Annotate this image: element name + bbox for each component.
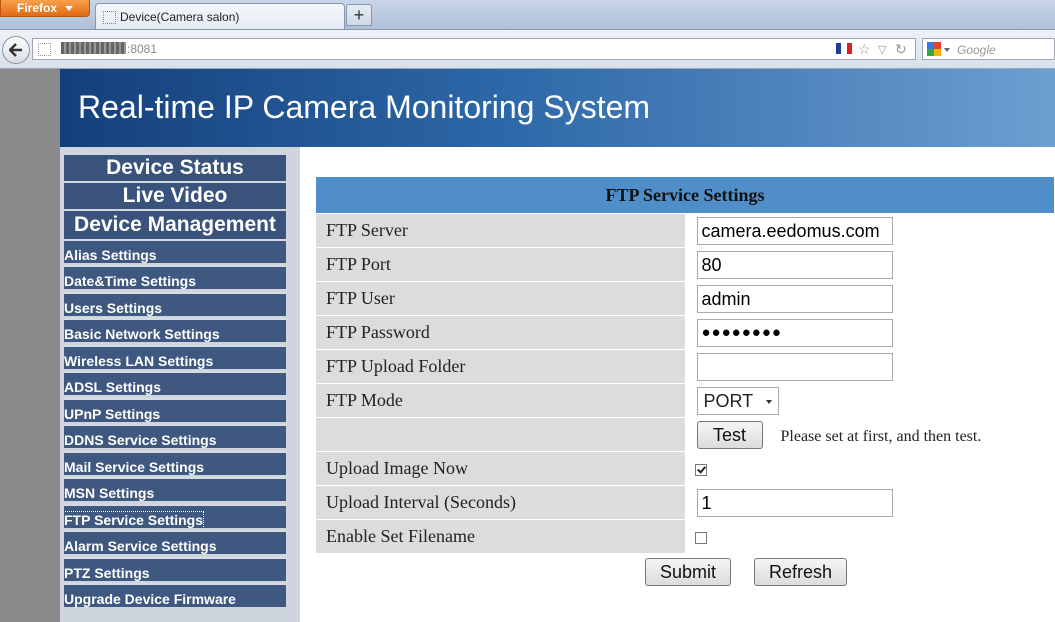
ftp-user-row: FTP User admin xyxy=(315,281,1055,316)
search-engine-dropdown-icon[interactable] xyxy=(944,48,950,52)
browser-navigation-bar: :8081 ☆ ▽ ↻ Google xyxy=(0,30,1055,69)
sidebar-item-adsl-settings[interactable]: ADSL Settings xyxy=(64,371,286,395)
sidebar-item-label: Mail Service Settings xyxy=(64,459,205,475)
ftp-upload-folder-row: FTP Upload Folder xyxy=(315,349,1055,384)
search-bar[interactable]: Google xyxy=(922,38,1055,60)
web-page: Real-time IP Camera Monitoring System De… xyxy=(60,69,1055,622)
ftp-mode-row: FTP Mode PORT xyxy=(315,383,1055,418)
submit-button[interactable]: Submit xyxy=(645,558,731,586)
nav-live-video[interactable]: Live Video xyxy=(64,183,286,211)
sidebar-navigation: Device Status Live Video Device Manageme… xyxy=(60,147,300,622)
ftp-password-label: FTP Password xyxy=(315,315,686,350)
nav-device-management[interactable]: Device Management xyxy=(64,211,286,241)
url-port: :8081 xyxy=(127,42,158,56)
ftp-port-label: FTP Port xyxy=(315,247,686,282)
reload-icon[interactable]: ↻ xyxy=(895,41,907,58)
sidebar-item-label: DDNS Service Settings xyxy=(64,432,217,448)
sidebar-separator xyxy=(300,147,315,622)
ftp-test-row: Test Please set at first, and then test. xyxy=(315,417,1055,452)
enable-set-filename-checkbox[interactable] xyxy=(694,531,707,544)
sidebar-item-label: Upgrade Device Firmware xyxy=(64,591,236,607)
back-button[interactable] xyxy=(2,36,30,64)
google-search-engine-icon[interactable] xyxy=(927,42,941,56)
refresh-button[interactable]: Refresh xyxy=(754,558,847,586)
sidebar-item-date-time-settings[interactable]: Date&Time Settings xyxy=(64,265,286,289)
sidebar-item-wireless-lan-settings[interactable]: Wireless LAN Settings xyxy=(64,345,286,369)
sidebar-item-alarm-service-settings[interactable]: Alarm Service Settings xyxy=(64,530,286,554)
bookmark-star-icon[interactable]: ☆ xyxy=(858,41,871,58)
ftp-mode-select[interactable]: PORT xyxy=(696,386,779,415)
upload-interval-input[interactable]: 1 xyxy=(696,488,893,517)
ftp-mode-label: FTP Mode xyxy=(315,383,686,418)
firefox-menu-label: Firefox xyxy=(17,1,58,15)
sidebar-item-label: Alarm Service Settings xyxy=(64,538,217,554)
upload-image-now-row: Upload Image Now xyxy=(315,451,1055,486)
sidebar-item-label: Date&Time Settings xyxy=(64,273,196,289)
ftp-upload-folder-input[interactable] xyxy=(696,352,893,381)
sidebar-item-label: PTZ Settings xyxy=(64,565,150,581)
tab-title: Device(Camera salon) xyxy=(120,10,240,24)
sidebar-item-label: Basic Network Settings xyxy=(64,326,220,342)
page-favicon-icon xyxy=(103,11,116,24)
sidebar-item-label: ADSL Settings xyxy=(64,379,161,395)
sidebar-item-ftp-service-settings[interactable]: FTP Service Settings xyxy=(64,504,286,528)
ftp-password-row: FTP Password ●●●●●●●● xyxy=(315,315,1055,350)
sidebar-item-alias-settings[interactable]: Alias Settings xyxy=(64,239,286,263)
form-title: FTP Service Settings xyxy=(315,176,1055,214)
ftp-settings-panel: FTP Service Settings FTP Server camera.e… xyxy=(315,176,1055,590)
url-host-redacted xyxy=(61,42,126,54)
sidebar-item-mail-service-settings[interactable]: Mail Service Settings xyxy=(64,451,286,475)
sidebar-item-label: MSN Settings xyxy=(64,485,155,501)
sidebar-item-label: Alias Settings xyxy=(64,247,157,263)
sidebar-item-ptz-settings[interactable]: PTZ Settings xyxy=(64,557,286,581)
chevron-down-icon xyxy=(765,399,772,404)
sidebar-item-upnp-settings[interactable]: UPnP Settings xyxy=(64,398,286,422)
upload-interval-row: Upload Interval (Seconds) 1 xyxy=(315,485,1055,520)
ftp-server-input[interactable]: camera.eedomus.com xyxy=(696,216,893,245)
nav-device-status[interactable]: Device Status xyxy=(64,155,286,183)
sidebar-item-msn-settings[interactable]: MSN Settings xyxy=(64,477,286,501)
ftp-server-row: FTP Server camera.eedomus.com xyxy=(315,213,1055,248)
sidebar-item-label: UPnP Settings xyxy=(64,406,161,422)
enable-set-filename-row: Enable Set Filename xyxy=(315,519,1055,554)
sidebar-item-label: Users Settings xyxy=(64,300,163,316)
upload-image-now-checkbox[interactable] xyxy=(694,463,707,476)
browser-tab-strip: Firefox Device(Camera salon) + xyxy=(0,0,1055,30)
sidebar-item-basic-network-settings[interactable]: Basic Network Settings xyxy=(64,318,286,342)
firefox-menu-button[interactable]: Firefox xyxy=(0,0,90,17)
enable-set-filename-label: Enable Set Filename xyxy=(315,519,686,554)
address-bar[interactable]: :8081 ☆ ▽ ↻ xyxy=(32,38,916,60)
empty-label-cell xyxy=(315,417,686,452)
sidebar-item-ddns-service-settings[interactable]: DDNS Service Settings xyxy=(64,424,286,448)
sidebar-item-upgrade-device-firmware[interactable]: Upgrade Device Firmware xyxy=(64,583,286,607)
banner-title: Real-time IP Camera Monitoring System xyxy=(78,89,651,125)
search-placeholder: Google xyxy=(957,43,996,57)
form-actions: Submit Refresh xyxy=(315,554,1055,590)
ftp-password-input[interactable]: ●●●●●●●● xyxy=(696,318,893,347)
dropdown-arrow-icon xyxy=(65,6,73,11)
ftp-user-label: FTP User xyxy=(315,281,686,316)
ftp-settings-form: FTP Service Settings FTP Server camera.e… xyxy=(315,176,1055,554)
test-hint: Please set at first, and then test. xyxy=(780,427,982,445)
test-button[interactable]: Test xyxy=(696,420,763,449)
ftp-mode-value: PORT xyxy=(703,390,754,411)
sidebar-item-users-settings[interactable]: Users Settings xyxy=(64,292,286,316)
browser-tab[interactable]: Device(Camera salon) xyxy=(95,3,345,29)
ftp-server-label: FTP Server xyxy=(315,213,686,248)
ftp-port-input[interactable]: 80 xyxy=(696,250,893,279)
back-arrow-icon xyxy=(9,43,22,57)
history-dropdown-icon[interactable]: ▽ xyxy=(878,43,886,56)
ftp-port-row: FTP Port 80 xyxy=(315,247,1055,282)
new-tab-button[interactable]: + xyxy=(346,4,372,26)
sidebar-item-label: FTP Service Settings xyxy=(64,511,205,528)
site-identity-icon[interactable] xyxy=(38,43,51,56)
page-banner: Real-time IP Camera Monitoring System xyxy=(60,69,1055,147)
ftp-user-input[interactable]: admin xyxy=(696,284,893,313)
ftp-upload-folder-label: FTP Upload Folder xyxy=(315,349,686,384)
upload-image-now-label: Upload Image Now xyxy=(315,451,686,486)
france-flag-icon xyxy=(836,43,852,54)
sidebar-item-label: Wireless LAN Settings xyxy=(64,353,214,369)
upload-interval-label: Upload Interval (Seconds) xyxy=(315,485,686,520)
